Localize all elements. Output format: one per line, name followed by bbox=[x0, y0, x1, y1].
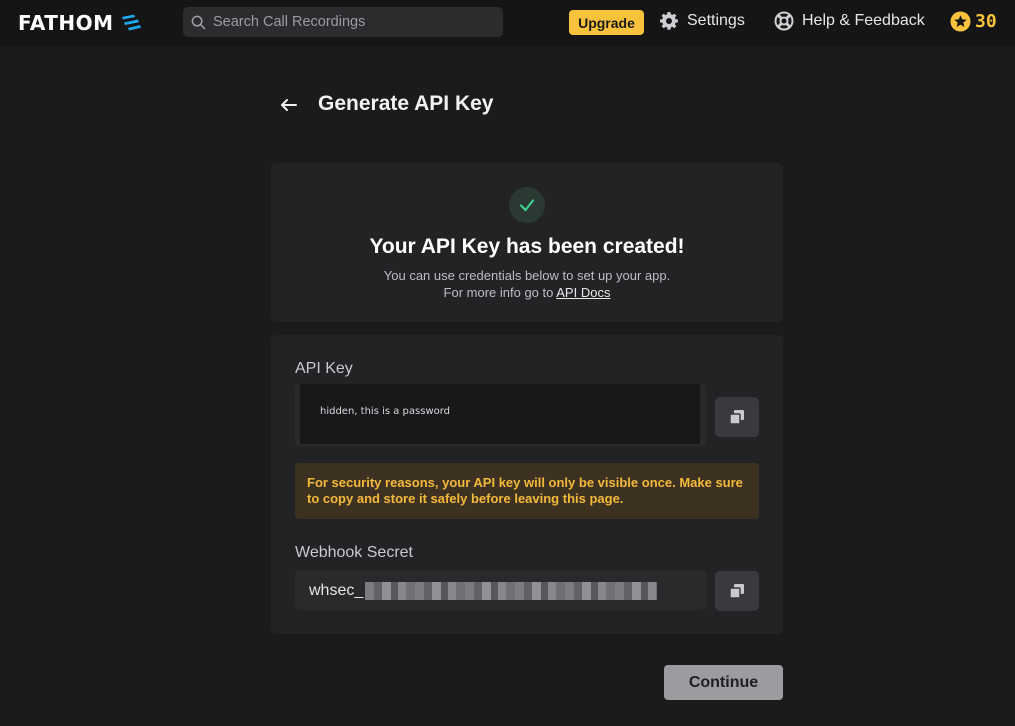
help-feedback-label: Help & Feedback bbox=[802, 12, 925, 29]
copy-icon bbox=[729, 410, 744, 425]
success-description: You can use credentials below to set up … bbox=[271, 267, 783, 301]
settings-nav-item[interactable]: Settings bbox=[659, 11, 745, 31]
fathom-logo-icon bbox=[121, 14, 141, 31]
star-coin-icon bbox=[950, 11, 971, 32]
success-title: Your API Key has been created! bbox=[369, 235, 685, 258]
webhook-secret-field[interactable]: whsec_ bbox=[295, 571, 707, 610]
api-key-value: hidden, this is a password bbox=[320, 406, 451, 417]
security-warning: For security reasons, your API key will … bbox=[295, 463, 759, 519]
points-counter[interactable]: 30 bbox=[950, 11, 997, 32]
top-nav-bar: FATHOM Upgrade Settings Help & Feedback bbox=[0, 0, 1015, 46]
success-line-1: You can use credentials below to set up … bbox=[383, 268, 671, 283]
copy-api-key-button[interactable] bbox=[715, 397, 759, 437]
docs-prefix-text: For more info go to bbox=[443, 285, 557, 300]
check-icon bbox=[519, 199, 535, 212]
credentials-card: API Key hidden, this is a password For s… bbox=[271, 335, 783, 634]
gear-icon bbox=[660, 12, 678, 30]
lifebuoy-icon bbox=[774, 11, 794, 31]
upgrade-button[interactable]: Upgrade bbox=[569, 10, 644, 35]
copy-webhook-secret-button[interactable] bbox=[715, 571, 759, 611]
api-docs-link[interactable]: API Docs bbox=[556, 285, 610, 300]
settings-label: Settings bbox=[687, 12, 745, 29]
success-card: Your API Key has been created! You can u… bbox=[271, 163, 783, 322]
logo-text: FATHOM bbox=[18, 11, 114, 35]
page-title: Generate API Key bbox=[318, 92, 494, 115]
copy-icon bbox=[729, 584, 744, 599]
success-check-badge bbox=[509, 187, 545, 223]
continue-button[interactable]: Continue bbox=[664, 665, 783, 700]
search-bar[interactable] bbox=[183, 7, 503, 37]
api-key-field[interactable]: hidden, this is a password bbox=[295, 384, 706, 446]
webhook-secret-redacted bbox=[365, 581, 658, 600]
api-key-value-area: hidden, this is a password bbox=[300, 384, 700, 444]
fathom-logo[interactable]: FATHOM bbox=[18, 11, 142, 35]
webhook-secret-prefix: whsec_ bbox=[309, 581, 364, 599]
arrow-left-icon[interactable] bbox=[278, 94, 300, 116]
webhook-secret-label: Webhook Secret bbox=[295, 544, 413, 561]
points-value: 30 bbox=[975, 11, 997, 32]
search-icon bbox=[191, 15, 206, 29]
success-line-2: For more info go to API Docs bbox=[271, 284, 783, 301]
help-feedback-nav-item[interactable]: Help & Feedback bbox=[774, 11, 925, 31]
api-key-label: API Key bbox=[295, 360, 353, 377]
search-input[interactable] bbox=[213, 14, 493, 30]
